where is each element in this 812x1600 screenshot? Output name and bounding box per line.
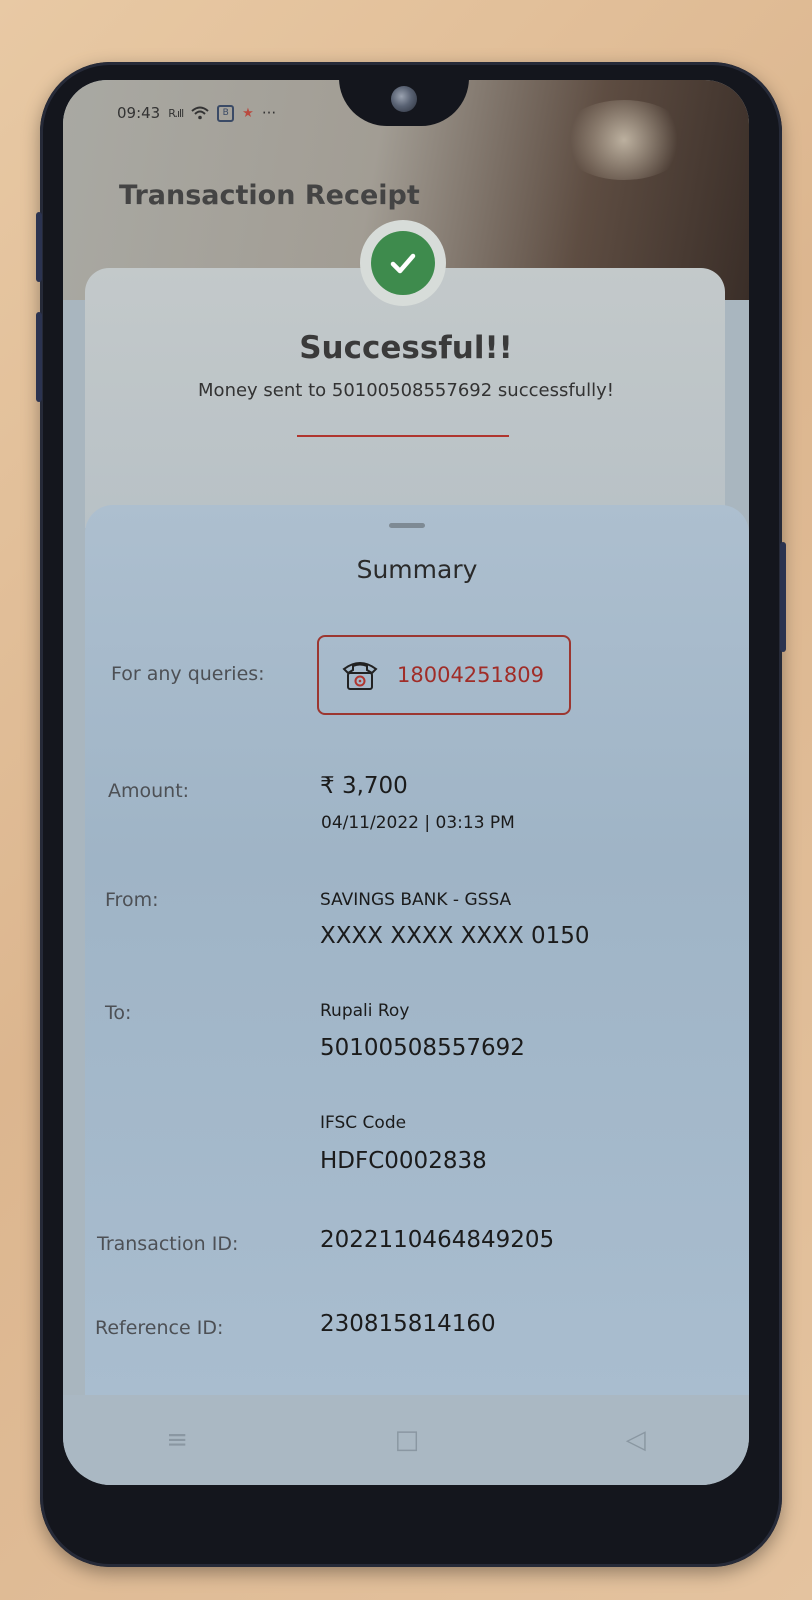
screen: 09:43 R.ıll B ★ ··· Transaction Receipt …	[63, 80, 749, 1485]
wifi-icon	[191, 106, 209, 120]
home-icon[interactable]: □	[395, 1425, 420, 1455]
more-notifications-icon: ···	[261, 104, 277, 122]
back-icon[interactable]: ◁	[626, 1425, 646, 1455]
status-time: 09:43	[117, 104, 161, 122]
success-message: Money sent to 50100508557692 successfull…	[198, 380, 614, 401]
support-phone-number: 18004251809	[397, 663, 544, 687]
amount-label: Amount:	[108, 780, 190, 802]
app-notification-icon: B	[217, 104, 235, 122]
from-account-number: XXXX XXXX XXXX 0150	[320, 923, 590, 949]
from-account-type: SAVINGS BANK - GSSA	[320, 890, 512, 910]
from-label: From:	[105, 889, 159, 911]
menu-icon[interactable]: ≡	[166, 1425, 188, 1455]
power-button	[780, 542, 786, 652]
check-icon	[371, 231, 435, 295]
reference-id-label: Reference ID:	[95, 1317, 224, 1339]
summary-sheet[interactable]: Summary For any queries: 18004251809 Amo…	[85, 505, 749, 1395]
banner-decoration	[559, 100, 689, 180]
reference-id-value: 230815814160	[320, 1311, 496, 1337]
success-title: Successful!!	[299, 330, 513, 366]
transaction-datetime: 04/11/2022 | 03:13 PM	[321, 813, 515, 833]
to-label: To:	[105, 1002, 132, 1024]
system-nav-bar: ≡ □ ◁	[63, 1395, 749, 1485]
telephone-icon	[342, 662, 378, 690]
ifsc-label: IFSC Code	[320, 1113, 407, 1133]
ifsc-value: HDFC0002838	[320, 1148, 487, 1174]
summary-title: Summary	[356, 555, 478, 584]
transaction-id-value: 2022110464849205	[320, 1227, 555, 1253]
amount-value: ₹ 3,700	[320, 773, 408, 799]
divider	[297, 435, 509, 437]
to-account-number: 50100508557692	[320, 1035, 525, 1061]
success-badge	[360, 220, 446, 306]
signal-icon: R.ıll	[168, 106, 184, 120]
to-name: Rupali Roy	[320, 1001, 410, 1021]
page-title: Transaction Receipt	[119, 180, 420, 211]
status-bar: 09:43 R.ıll B ★ ···	[117, 102, 276, 124]
drag-handle[interactable]	[389, 523, 425, 528]
camera-icon	[391, 86, 417, 112]
star-icon: ★	[242, 105, 254, 121]
volume-button	[36, 312, 42, 402]
volume-button	[36, 212, 42, 282]
queries-label: For any queries:	[111, 663, 265, 685]
support-phone-button[interactable]: 18004251809	[317, 635, 571, 715]
transaction-id-label: Transaction ID:	[97, 1233, 239, 1255]
